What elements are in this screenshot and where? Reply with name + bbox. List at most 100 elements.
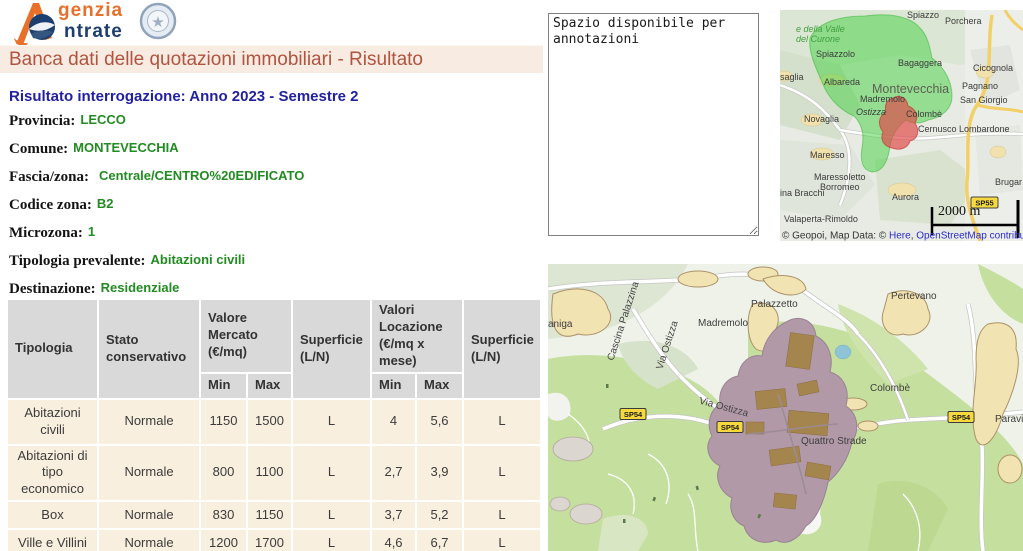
- th-max-mercato: Max: [248, 374, 291, 398]
- field-row-fascia: Fascia/zona:Centrale/CENTRO%20EDIFICATO: [9, 168, 304, 186]
- table-cell: L: [293, 502, 370, 528]
- table-cell: 3,9: [417, 446, 462, 501]
- field-row-provincia: Provincia:LECCO: [9, 112, 126, 130]
- sp54-badge: SP54: [948, 412, 974, 423]
- detail-map[interactable]: aniga Cascina Palazzina Via Ostizza Madr…: [548, 264, 1023, 551]
- table-cell: Normale: [99, 502, 199, 528]
- th-tipologia: Tipologia: [8, 300, 97, 398]
- field-value: Abitazioni civili: [151, 252, 246, 267]
- svg-text:★: ★: [151, 14, 164, 31]
- table-cell: Abitazioni di tipo economico: [8, 446, 97, 501]
- table-cell: Normale: [99, 400, 199, 444]
- table-cell: 3,7: [372, 502, 415, 528]
- pond: [835, 345, 851, 359]
- table-header-row: Tipologia Stato conservativo Valore Merc…: [8, 300, 540, 372]
- table-cell: L: [464, 400, 540, 444]
- attribution-link-here[interactable]: Here: [889, 231, 911, 242]
- result-heading: Risultato interrogazione: Anno 2023 - Se…: [9, 88, 359, 105]
- map-label-porchera: Porchera: [945, 16, 982, 26]
- field-row-codice-zona: Codice zona:B2: [9, 196, 114, 214]
- table-cell: Ville e Villini: [8, 530, 97, 551]
- table-row: Ville e Villini Normale 1200 1700 L 4,6 …: [8, 530, 540, 551]
- map-label-spiazzo: Spiazzo: [907, 10, 939, 20]
- field-label: Tipologia prevalente:: [9, 253, 146, 269]
- map-label-spiazzolo: Spiazzolo: [816, 49, 855, 59]
- map-label-albareda: Albareda: [824, 77, 860, 87]
- field-row-destinazione: Destinazione: Residenziale: [9, 280, 179, 298]
- th-min-mercato: Min: [201, 374, 246, 398]
- map-label-ostizza: Ostizza: [856, 107, 886, 117]
- table-cell: 2,7: [372, 446, 415, 501]
- map-label-brugar: Brugar: [995, 177, 1022, 187]
- table-cell: 1100: [248, 446, 291, 501]
- map-label-colombe: Colombè: [906, 109, 942, 119]
- table-cell: Abitazioni civili: [8, 400, 97, 444]
- logo-text-bottom: ntrate: [64, 21, 123, 42]
- table-cell: 4: [372, 400, 415, 444]
- map-label-quattro-strade: Quattro Strade: [801, 436, 867, 447]
- field-row-comune: Comune: MONTEVECCHIA: [9, 140, 179, 158]
- table-cell: L: [293, 400, 370, 444]
- map-label-aniga: aniga: [548, 319, 573, 330]
- page-title-bar: Banca dati delle quotazioni immobiliari …: [0, 45, 543, 73]
- table-cell: L: [464, 502, 540, 528]
- sp54-badge: SP54: [717, 422, 743, 433]
- map-label-pertevano: Pertevano: [891, 291, 937, 302]
- table-cell: 4,6: [372, 530, 415, 551]
- map-label-cernusco: Cernusco Lombardone: [918, 124, 1010, 134]
- field-label: Provincia:: [9, 113, 75, 129]
- logo-text-top: genzia: [58, 0, 123, 21]
- map-label-san-giorgio: San Giorgio: [960, 95, 1008, 105]
- map-label-novaglia: Novaglia: [804, 114, 839, 124]
- agenzia-entrate-logo[interactable]: genzia ntrate ★: [6, 0, 186, 46]
- map-label-paravino: Paravino: [995, 414, 1023, 425]
- table-cell: 5,2: [417, 502, 462, 528]
- map-label-colombe: Colombè: [870, 383, 910, 394]
- svg-text:SP54: SP54: [952, 413, 971, 422]
- table-cell: 1700: [248, 530, 291, 551]
- table-cell: L: [464, 530, 540, 551]
- map-label-bagaggera: Bagaggera: [898, 58, 942, 68]
- quotes-table: Tipologia Stato conservativo Valore Merc…: [6, 298, 542, 551]
- table-cell: 830: [201, 502, 246, 528]
- map-label-madremolo: Madremolo: [698, 318, 748, 329]
- map-label-borromeo: Borromeo: [820, 182, 860, 192]
- page-title: Banca dati delle quotazioni immobiliari …: [0, 46, 543, 73]
- table-row: Abitazioni civili Normale 1150 1500 L 4 …: [8, 400, 540, 444]
- map-label-cicognola: Cicognola: [973, 63, 1013, 73]
- table-cell: Box: [8, 502, 97, 528]
- overview-map[interactable]: e della Valle del Curone Spiazzo Porcher…: [780, 10, 1023, 241]
- logo-sphere-icon: [29, 14, 55, 40]
- th-valori-locazione: Valori Locazione (€/mq x mese): [372, 300, 462, 372]
- svg-text:SP54: SP54: [721, 423, 740, 432]
- detail-map-canvas[interactable]: aniga Cascina Palazzina Via Ostizza Madr…: [548, 264, 1023, 551]
- field-value: 1: [88, 224, 95, 239]
- table-cell: 5,6: [417, 400, 462, 444]
- table-cell: 1500: [248, 400, 291, 444]
- table-cell: L: [293, 446, 370, 501]
- field-label: Comune:: [9, 141, 68, 157]
- map-label-bracchi: ina Bracchi: [780, 188, 825, 198]
- field-row-microzona: Microzona:1: [9, 224, 95, 242]
- table-cell: 1150: [201, 400, 246, 444]
- map-label-valaperta: Valaperta-Rimoldo: [784, 214, 858, 224]
- map-label-madremolo: Madremolo: [860, 94, 905, 104]
- field-label: Destinazione:: [9, 281, 96, 297]
- map-label-saglia: saglia: [780, 72, 804, 82]
- field-value: B2: [97, 196, 114, 211]
- map-attribution: © Geopoi, Map Data: © Here, OpenStreetMa…: [782, 231, 1023, 242]
- field-value: MONTEVECCHIA: [73, 140, 178, 155]
- field-value: Residenziale: [101, 280, 180, 295]
- field-value: Centrale/CENTRO%20EDIFICATO: [99, 168, 304, 183]
- svg-text:SP54: SP54: [624, 410, 643, 419]
- field-row-tipologia-prevalente: Tipologia prevalente: Abitazioni civili: [9, 252, 245, 270]
- attribution-link-osm[interactable]: OpenStreetMap contributor: [916, 231, 1023, 242]
- overview-map-canvas[interactable]: e della Valle del Curone Spiazzo Porcher…: [780, 10, 1023, 241]
- map-label-park-line1: e della Valle: [796, 24, 845, 34]
- map-label-maressoletto: Maressoletto: [814, 172, 866, 182]
- annotations-textarea[interactable]: Spazio disponibile per annotazioni: [548, 13, 759, 236]
- table-cell: Normale: [99, 530, 199, 551]
- table-cell: 6,7: [417, 530, 462, 551]
- table-cell: 800: [201, 446, 246, 501]
- map-label-aurora: Aurora: [892, 192, 919, 202]
